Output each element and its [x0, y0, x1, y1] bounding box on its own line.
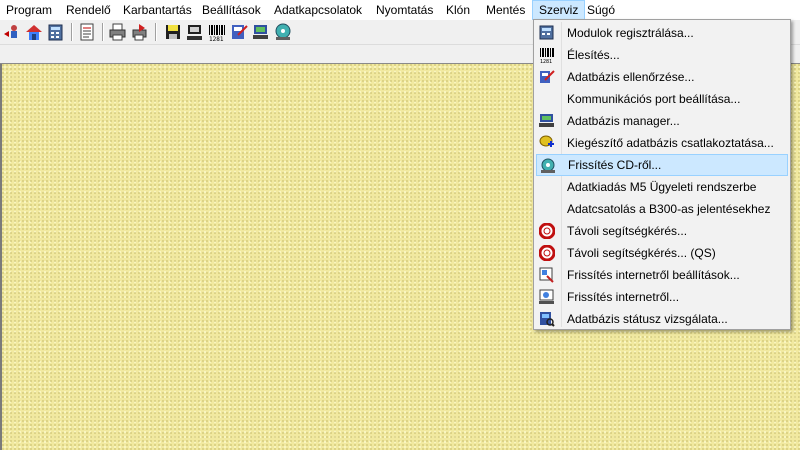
menu-karbantartas[interactable]: Karbantartás: [117, 0, 198, 20]
menu-item-frissites-internet[interactable]: Frissítés internetről...: [536, 286, 788, 308]
module-register-icon: [539, 25, 555, 41]
database-add-icon: [539, 135, 555, 151]
menu-item-kiegeszito-adatbazis[interactable]: Kiegészítő adatbázis csatlakoztatása...: [536, 132, 788, 154]
menu-sugo[interactable]: Súgó: [581, 0, 621, 20]
menu-klon[interactable]: Klón: [440, 0, 476, 20]
cd-update-icon: [540, 158, 556, 174]
calculator-icon[interactable]: [46, 22, 66, 42]
menu-item-adatcsatolas-b300[interactable]: Adatcsatolás a B300-as jelentésekhez: [536, 198, 788, 220]
menu-beallitasok[interactable]: Beállítások: [196, 0, 267, 20]
web-update-icon: [539, 289, 555, 305]
menu-item-frissites-cd[interactable]: Frissítés CD-ről...: [536, 154, 788, 176]
toolbar-separator: [71, 23, 73, 41]
menu-item-tavoli-segitsegkeres-qs[interactable]: Távoli segítségkérés... (QS): [536, 242, 788, 264]
database-manager-icon: [539, 113, 555, 129]
printer-icon[interactable]: [108, 22, 128, 42]
database-status-icon: [539, 311, 555, 327]
cd-update-icon[interactable]: [273, 22, 293, 42]
menu-adatkapcsolatok[interactable]: Adatkapcsolatok: [268, 0, 368, 20]
lifebuoy-icon: [538, 244, 556, 262]
szerviz-dropdown-menu: Modulok regisztrálása... 1281 Élesítés..…: [533, 19, 791, 330]
menu-item-adatbazis-statusz[interactable]: Adatbázis státusz vizsgálata...: [536, 308, 788, 330]
menu-rendelo[interactable]: Rendelő: [60, 0, 117, 20]
document-icon[interactable]: [77, 22, 97, 42]
home-icon[interactable]: [24, 22, 44, 42]
svg-text:1281: 1281: [540, 59, 552, 63]
database-check-icon: [539, 69, 555, 85]
menu-item-frissites-internet-beallitasok[interactable]: Frissítés internetről beállítások...: [536, 264, 788, 286]
menu-item-adatbazis-ellenorzese[interactable]: Adatbázis ellenőrzése...: [536, 66, 788, 88]
menu-nyomtatas[interactable]: Nyomtatás: [370, 0, 439, 20]
lifebuoy-icon: [538, 222, 556, 240]
barcode-icon[interactable]: 1281: [207, 22, 227, 43]
save-icon[interactable]: [163, 22, 183, 42]
toolbar-separator: [102, 23, 104, 41]
barcode-icon: 1281: [539, 47, 555, 65]
svg-text:1281: 1281: [209, 36, 224, 42]
database-manager-icon[interactable]: [251, 22, 271, 42]
database-check-icon[interactable]: [229, 22, 249, 42]
menu-item-adatbazis-manager[interactable]: Adatbázis manager...: [536, 110, 788, 132]
menu-item-kommunikacios-port[interactable]: Kommunikációs port beállítása...: [536, 88, 788, 110]
menu-item-tavoli-segitsegkeres[interactable]: Távoli segítségkérés...: [536, 220, 788, 242]
print-export-icon[interactable]: [130, 22, 150, 42]
menu-item-elesites[interactable]: 1281 Élesítés...: [536, 44, 788, 66]
menu-item-modulok-regisztralasa[interactable]: Modulok regisztrálása...: [536, 22, 788, 44]
menu-item-adatkiadas-m5[interactable]: Adatkiadás M5 Ügyeleti rendszerbe: [536, 176, 788, 198]
menu-mentes[interactable]: Mentés: [480, 0, 531, 20]
user-arrow-icon[interactable]: [2, 22, 22, 42]
menu-bar: Program Rendelő Karbantartás Beállítások…: [0, 0, 800, 20]
menu-szerviz[interactable]: Szerviz: [532, 0, 586, 20]
computer-icon[interactable]: [185, 22, 205, 42]
toolbar-separator: [155, 23, 157, 41]
menu-program[interactable]: Program: [0, 0, 58, 20]
web-settings-icon: [539, 267, 555, 283]
